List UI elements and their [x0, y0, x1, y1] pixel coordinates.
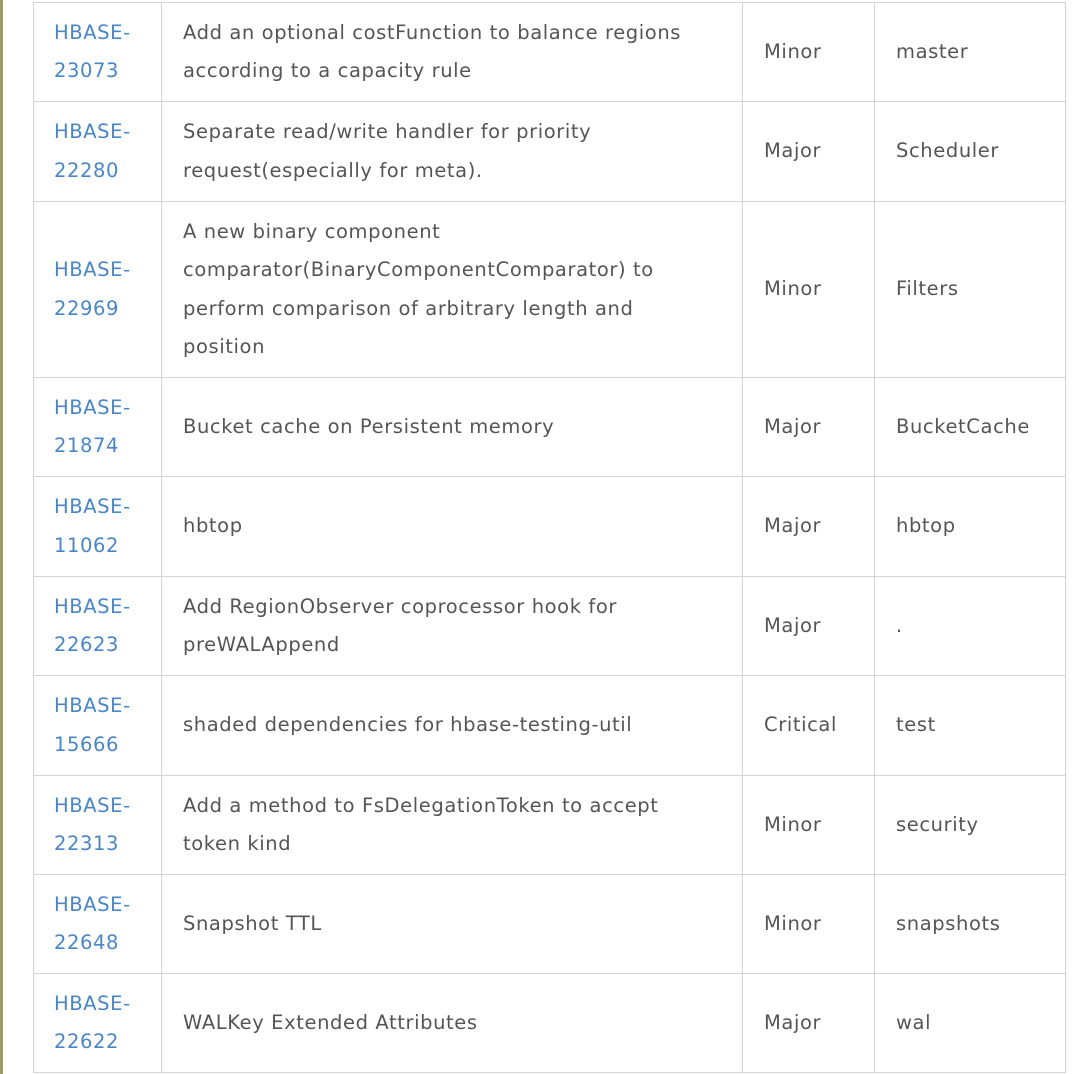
issue-id-prefix: HBASE- [54, 120, 131, 143]
summary-cell: Snapshot TTL [161, 874, 743, 974]
table-row: HBASE- 15666 shaded dependencies for hbas… [33, 675, 1066, 776]
issue-link[interactable]: HBASE- 22648 [54, 893, 131, 955]
table-row: HBASE- 22280 Separate read/write handler … [33, 101, 1066, 202]
issue-link[interactable]: HBASE- 22969 [54, 258, 131, 320]
issue-id-number: 21874 [54, 434, 120, 457]
page-left-border [0, 0, 3, 1074]
priority-cell: Minor [742, 874, 875, 974]
issue-id-cell: HBASE- 22969 [33, 201, 162, 378]
issue-id-number: 22648 [54, 931, 120, 954]
priority-cell: Major [742, 476, 875, 577]
component-cell: Filters [874, 201, 1066, 378]
issue-id-prefix: HBASE- [54, 694, 131, 717]
issue-id-number: 22280 [54, 158, 120, 182]
summary-cell: Add a method to FsDelegationToken to acc… [161, 775, 743, 875]
issue-id-cell: HBASE- 15666 [33, 675, 162, 776]
issue-id-number: 22623 [54, 633, 120, 656]
table-row: HBASE- 22969 A new binary component compa… [33, 201, 1066, 378]
issue-id-prefix: HBASE- [54, 395, 131, 419]
issue-link[interactable]: HBASE- 23073 [54, 21, 131, 83]
table-row: HBASE- 22623 Add RegionObserver coprocess… [33, 576, 1066, 676]
component-cell: snapshots [874, 874, 1066, 974]
summary-cell: WALKey Extended Attributes [161, 973, 743, 1073]
issue-id-cell: HBASE- 23073 [33, 2, 162, 102]
issue-id-number: 22969 [54, 296, 120, 320]
issue-link[interactable]: HBASE- 22623 [54, 595, 131, 657]
priority-cell: Minor [742, 2, 875, 102]
issue-id-cell: HBASE- 22648 [33, 874, 162, 974]
component-cell: BucketCache [874, 377, 1066, 477]
issue-link[interactable]: HBASE- 22622 [54, 992, 131, 1054]
issue-id-cell: HBASE- 11062 [33, 476, 162, 577]
table-row: HBASE- 21874 Bucket cache on Persistent m… [33, 377, 1066, 477]
table-row: HBASE- 22648 Snapshot TTL Minor snapshots [33, 874, 1066, 974]
issue-id-number: 22622 [54, 1030, 120, 1053]
table-row: HBASE- 23073 Add an optional costFunction… [33, 2, 1066, 102]
issue-link[interactable]: HBASE- 15666 [54, 694, 131, 756]
component-cell: wal [874, 973, 1066, 1073]
issue-link[interactable]: HBASE- 22280 [54, 120, 131, 182]
issue-id-cell: HBASE- 22280 [33, 101, 162, 202]
summary-cell: Bucket cache on Persistent memory [161, 377, 743, 477]
table-row: HBASE- 11062 hbtop Major hbtop [33, 476, 1066, 577]
component-cell: hbtop [874, 476, 1066, 577]
component-cell: Scheduler [874, 101, 1066, 202]
priority-cell: Major [742, 377, 875, 477]
issue-link[interactable]: HBASE- 11062 [54, 495, 131, 557]
summary-cell: A new binary component comparator(Binary… [161, 201, 743, 378]
release-issues-table: HBASE- 23073 Add an optional costFunction… [33, 2, 1066, 1073]
issue-id-prefix: HBASE- [54, 495, 131, 518]
issue-id-prefix: HBASE- [54, 594, 131, 618]
summary-cell: Separate read/write handler for priority… [161, 101, 743, 202]
component-cell: security [874, 775, 1066, 875]
issue-id-prefix: HBASE- [54, 258, 131, 281]
priority-cell: Major [742, 576, 875, 676]
issue-id-cell: HBASE- 22623 [33, 576, 162, 676]
table-row: HBASE- 22313 Add a method to FsDelegation… [33, 775, 1066, 875]
summary-cell: shaded dependencies for hbase-testing-ut… [161, 675, 743, 776]
issue-id-prefix: HBASE- [54, 892, 131, 916]
component-cell: test [874, 675, 1066, 776]
issue-id-prefix: HBASE- [54, 793, 131, 817]
table-row: HBASE- 22622 WALKey Extended Attributes M… [33, 973, 1066, 1073]
component-cell: master [874, 2, 1066, 102]
priority-cell: Minor [742, 775, 875, 875]
issue-id-number: 23073 [54, 59, 120, 82]
priority-cell: Major [742, 101, 875, 202]
priority-cell: Minor [742, 201, 875, 378]
summary-cell: Add RegionObserver coprocessor hook for … [161, 576, 743, 676]
issue-link[interactable]: HBASE- 22313 [54, 794, 131, 856]
priority-cell: Major [742, 973, 875, 1073]
issue-id-number: 11062 [54, 533, 120, 557]
summary-cell: Add an optional costFunction to balance … [161, 2, 743, 102]
issue-id-cell: HBASE- 22622 [33, 973, 162, 1073]
priority-cell: Critical [742, 675, 875, 776]
issue-id-prefix: HBASE- [54, 991, 131, 1015]
issue-id-cell: HBASE- 21874 [33, 377, 162, 477]
component-cell: . [874, 576, 1066, 676]
summary-cell: hbtop [161, 476, 743, 577]
issue-link[interactable]: HBASE- 21874 [54, 396, 131, 458]
issue-id-prefix: HBASE- [54, 20, 131, 44]
issue-id-cell: HBASE- 22313 [33, 775, 162, 875]
issue-id-number: 22313 [54, 832, 120, 855]
issue-id-number: 15666 [54, 732, 120, 756]
